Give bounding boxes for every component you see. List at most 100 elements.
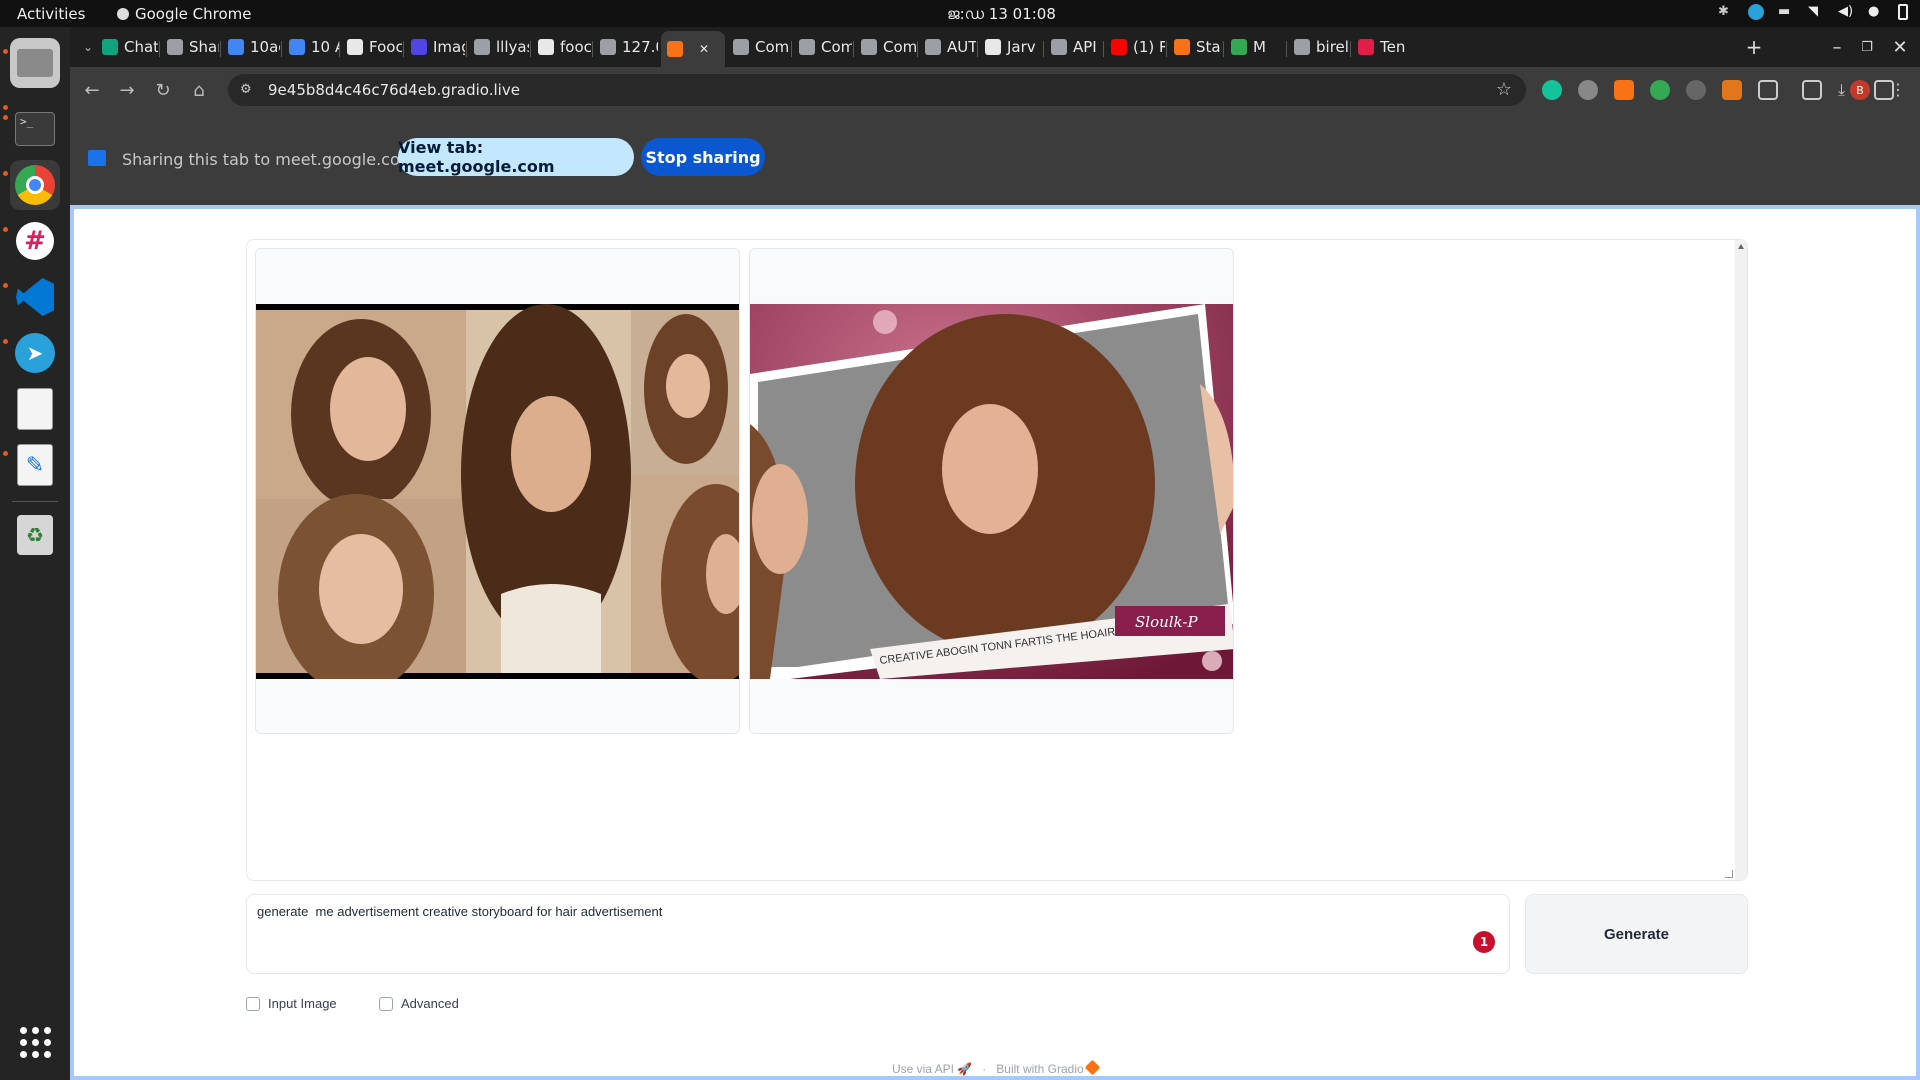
microphone-icon[interactable]: ● [1868,4,1884,20]
running-indicator [3,339,8,344]
reload-icon[interactable]: ↻ [151,78,175,102]
browser-tab[interactable]: fooc [532,33,591,61]
telegram-tray-icon[interactable] [1748,4,1764,20]
gallery-image-2[interactable]: CREATIVE ABOGIN TONN FARTIS THE HOAIR Sl… [749,248,1234,734]
gallery-scrollbar[interactable] [1735,240,1747,880]
tab-favicon-icon [667,41,683,57]
profile-avatar[interactable]: B [1850,80,1870,100]
vscode-icon[interactable] [10,272,60,322]
scroll-up-arrow-icon[interactable] [1738,244,1744,249]
close-tab-icon[interactable]: ✕ [699,42,709,56]
tab-favicon-icon [102,39,118,55]
browser-tab[interactable]: Chat [96,33,158,61]
tab-separator [1043,41,1044,57]
tab-label: lllyas [496,38,529,56]
checkbox-box[interactable] [379,996,393,1011]
metamask-extension-icon[interactable] [1722,80,1742,100]
slack-tray-icon[interactable]: ✱ [1718,4,1734,20]
chrome-menu-icon[interactable]: ⋮ [1890,80,1906,99]
browser-tab[interactable]: Shar [161,33,219,61]
activities-button[interactable]: Activities [17,5,85,23]
advanced-checkbox[interactable]: Advanced [379,996,459,1011]
browser-tab[interactable]: 127.0 [594,33,658,61]
battery-icon[interactable] [1898,4,1908,20]
tab-active[interactable]: ✕ [661,31,725,67]
files-icon[interactable] [10,38,60,88]
tab-label: Jarv [1007,38,1036,56]
media-controls-icon[interactable] [1802,80,1822,100]
back-icon[interactable]: ← [80,78,104,102]
address-bar[interactable]: ⚙ 9e45b8d4c46c76d4eb.gradio.live ☆ [228,74,1526,106]
input-image-checkbox[interactable]: Input Image [246,996,337,1011]
clock[interactable]: ജ:ഡ 13 01:08 [947,5,1056,23]
footer-separator: · [982,1062,987,1076]
browser-tab[interactable]: lllyas [468,33,529,61]
tab-separator [403,41,404,57]
home-icon[interactable]: ⌂ [187,78,211,102]
sharing-status-text: Sharing this tab to meet.google.com [122,150,416,169]
built-with-gradio-link[interactable]: Built with Gradio [996,1059,1101,1076]
browser-tab[interactable]: API [1045,33,1102,61]
checkbox-box[interactable] [246,996,260,1011]
browser-tab[interactable]: (1) R [1105,33,1165,61]
extensions-puzzle-icon[interactable] [1758,80,1778,100]
forward-icon[interactable]: → [115,78,139,102]
tab-favicon-icon [861,39,877,55]
restore-icon[interactable]: ❐ [1855,35,1879,59]
gallery-image-1[interactable] [255,248,740,734]
dock-separator [12,501,58,502]
view-tab-button[interactable]: View tab: meet.google.com [398,138,634,176]
resize-handle-icon[interactable] [1725,870,1733,878]
browser-tab[interactable]: Com [727,33,790,61]
volume-icon[interactable]: ◀) [1838,4,1854,20]
system-tray[interactable]: ✱ ▬ ◥ ◀) ● [1718,4,1908,20]
browser-tab[interactable]: birel [1288,33,1349,61]
new-tab-icon[interactable]: + [1742,35,1766,59]
tab-label: Com [755,38,790,56]
close-window-icon[interactable]: ✕ [1888,35,1912,59]
tab-favicon-icon [985,39,1001,55]
trash-icon[interactable]: ♻ [10,510,60,560]
terminal-icon[interactable]: >_ [10,104,60,154]
input-image-label: Input Image [268,996,337,1011]
browser-tab[interactable]: Imag [405,33,465,61]
browser-tab[interactable]: Stab [1168,33,1222,61]
browser-tab[interactable]: 10ac [222,33,280,61]
browser-tab[interactable]: Fooc [341,33,402,61]
show-applications-icon[interactable] [10,1017,60,1067]
browser-tab[interactable]: Ten [1352,33,1412,61]
minimize-icon[interactable]: – [1825,35,1849,59]
react-devtools-extension-icon[interactable] [1578,80,1598,100]
browser-tab[interactable]: Com [793,33,852,61]
browser-tab[interactable]: M [1225,33,1285,61]
docker-tray-icon[interactable]: ▬ [1778,4,1794,20]
browser-tab[interactable]: 10 A [283,33,339,61]
wifi-icon[interactable]: ◥ [1808,4,1824,20]
slack-icon[interactable]: # [10,216,60,266]
document-viewer-icon[interactable] [10,384,60,434]
tab-label: Shar [189,38,219,56]
app-menu[interactable]: Google Chrome [117,5,252,23]
running-indicator [3,451,8,456]
extension-green-icon[interactable] [1650,80,1670,100]
chrome-icon[interactable] [10,160,60,210]
bookmark-star-icon[interactable]: ☆ [1496,79,1512,100]
grammarly-extension-icon[interactable] [1542,80,1562,100]
prompt-input[interactable] [257,903,1457,963]
stop-sharing-button[interactable]: Stop sharing [641,138,765,176]
telegram-icon[interactable]: ➤ [10,328,60,378]
tab-favicon-icon [600,39,616,55]
generate-button[interactable]: Generate [1525,894,1748,974]
browser-tab[interactable]: Com [855,33,916,61]
site-info-icon[interactable]: ⚙ [240,82,256,98]
browser-tab[interactable]: Jarv [979,33,1042,61]
extension-gray-icon[interactable] [1686,80,1706,100]
use-via-api-link[interactable]: Use via API 🚀 [892,1062,972,1076]
extension-icon[interactable] [1614,80,1634,100]
tab-label: 10ac [250,38,280,56]
browser-tab[interactable]: AUT [919,33,976,61]
tab-label: Chat [124,38,158,56]
text-editor-icon[interactable]: ✎ [10,440,60,490]
tab-favicon-icon [1231,39,1247,55]
grammarly-badge-icon[interactable]: 1 [1473,931,1495,953]
